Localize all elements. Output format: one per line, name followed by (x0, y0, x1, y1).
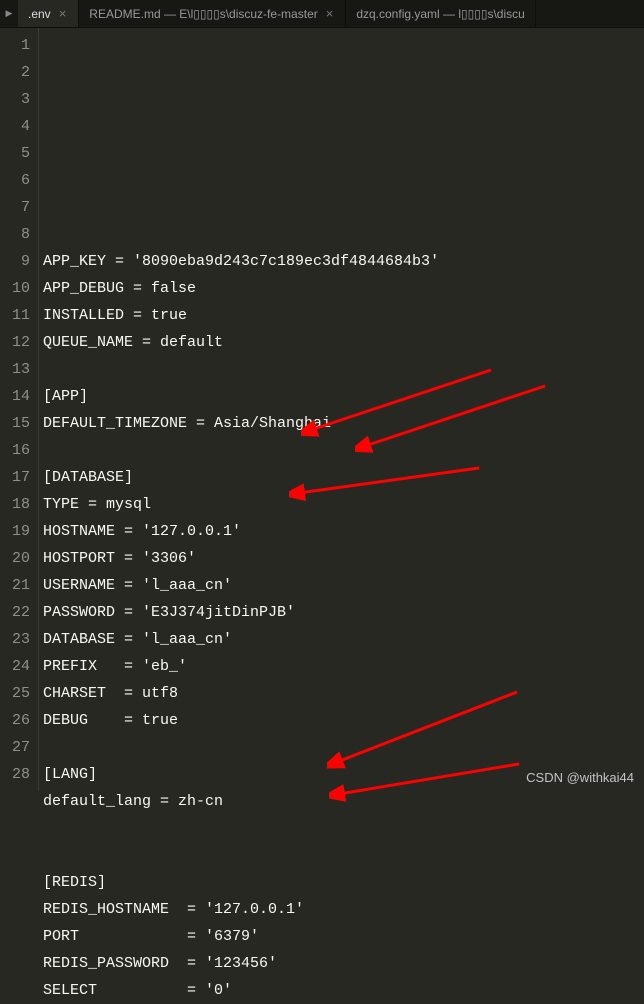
tab-config[interactable]: dzq.config.yaml — l▯▯▯▯s\discu (346, 0, 535, 27)
line-number: 19 (0, 518, 30, 545)
line-number-gutter: 1234567891011121314151617181920212223242… (0, 28, 38, 791)
tab-label: README.md — E\l▯▯▯▯s\discuz-fe-master (89, 7, 317, 21)
line-number: 5 (0, 140, 30, 167)
tab-dropdown-icon[interactable]: ▶ (0, 0, 18, 27)
code-line: REDIS_PASSWORD = '123456' (43, 950, 644, 977)
line-number: 16 (0, 437, 30, 464)
line-number: 12 (0, 329, 30, 356)
line-number: 23 (0, 626, 30, 653)
line-number: 25 (0, 680, 30, 707)
close-icon[interactable]: × (57, 6, 69, 21)
line-number: 27 (0, 734, 30, 761)
code-line: PREFIX = 'eb_' (43, 653, 644, 680)
line-number: 26 (0, 707, 30, 734)
line-number: 3 (0, 86, 30, 113)
line-number: 8 (0, 221, 30, 248)
tab-readme[interactable]: README.md — E\l▯▯▯▯s\discuz-fe-master × (79, 0, 346, 27)
code-line (43, 437, 644, 464)
code-line: TYPE = mysql (43, 491, 644, 518)
code-line: [REDIS] (43, 869, 644, 896)
code-line: HOSTNAME = '127.0.0.1' (43, 518, 644, 545)
editor-area: 1234567891011121314151617181920212223242… (0, 28, 644, 791)
code-line: default_lang = zh-cn (43, 788, 644, 815)
watermark: CSDN @withkai44 (526, 770, 634, 785)
tab-bar: ▶ .env × README.md — E\l▯▯▯▯s\discuz-fe-… (0, 0, 644, 28)
code-line: DEBUG = true (43, 707, 644, 734)
code-line: REDIS_HOSTNAME = '127.0.0.1' (43, 896, 644, 923)
line-number: 13 (0, 356, 30, 383)
line-number: 18 (0, 491, 30, 518)
code-line: APP_KEY = '8090eba9d243c7c189ec3df484468… (43, 248, 644, 275)
code-line: DEFAULT_TIMEZONE = Asia/Shanghai (43, 410, 644, 437)
code-line (43, 356, 644, 383)
code-line (43, 815, 644, 842)
line-number: 1 (0, 32, 30, 59)
line-number: 22 (0, 599, 30, 626)
code-line: USERNAME = 'l_aaa_cn' (43, 572, 644, 599)
code-line: CHARSET = utf8 (43, 680, 644, 707)
close-icon[interactable]: × (324, 6, 336, 21)
line-number: 9 (0, 248, 30, 275)
tab-label: .env (28, 7, 51, 21)
code-line: PORT = '6379' (43, 923, 644, 950)
code-line: INSTALLED = true (43, 302, 644, 329)
code-line (43, 842, 644, 869)
code-line: HOSTPORT = '3306' (43, 545, 644, 572)
line-number: 17 (0, 464, 30, 491)
line-number: 14 (0, 383, 30, 410)
code-content[interactable]: APP_KEY = '8090eba9d243c7c189ec3df484468… (38, 28, 644, 791)
line-number: 20 (0, 545, 30, 572)
line-number: 15 (0, 410, 30, 437)
code-line: SELECT = '0' (43, 977, 644, 1004)
code-line: [APP] (43, 383, 644, 410)
tab-env[interactable]: .env × (18, 0, 79, 27)
line-number: 28 (0, 761, 30, 788)
code-line: PASSWORD = 'E3J374jitDinPJB' (43, 599, 644, 626)
line-number: 4 (0, 113, 30, 140)
line-number: 6 (0, 167, 30, 194)
line-number: 11 (0, 302, 30, 329)
tab-label: dzq.config.yaml — l▯▯▯▯s\discu (356, 7, 524, 21)
line-number: 21 (0, 572, 30, 599)
code-line: DATABASE = 'l_aaa_cn' (43, 626, 644, 653)
code-line: QUEUE_NAME = default (43, 329, 644, 356)
code-line: [DATABASE] (43, 464, 644, 491)
code-line: APP_DEBUG = false (43, 275, 644, 302)
line-number: 2 (0, 59, 30, 86)
line-number: 10 (0, 275, 30, 302)
line-number: 24 (0, 653, 30, 680)
line-number: 7 (0, 194, 30, 221)
code-line (43, 734, 644, 761)
